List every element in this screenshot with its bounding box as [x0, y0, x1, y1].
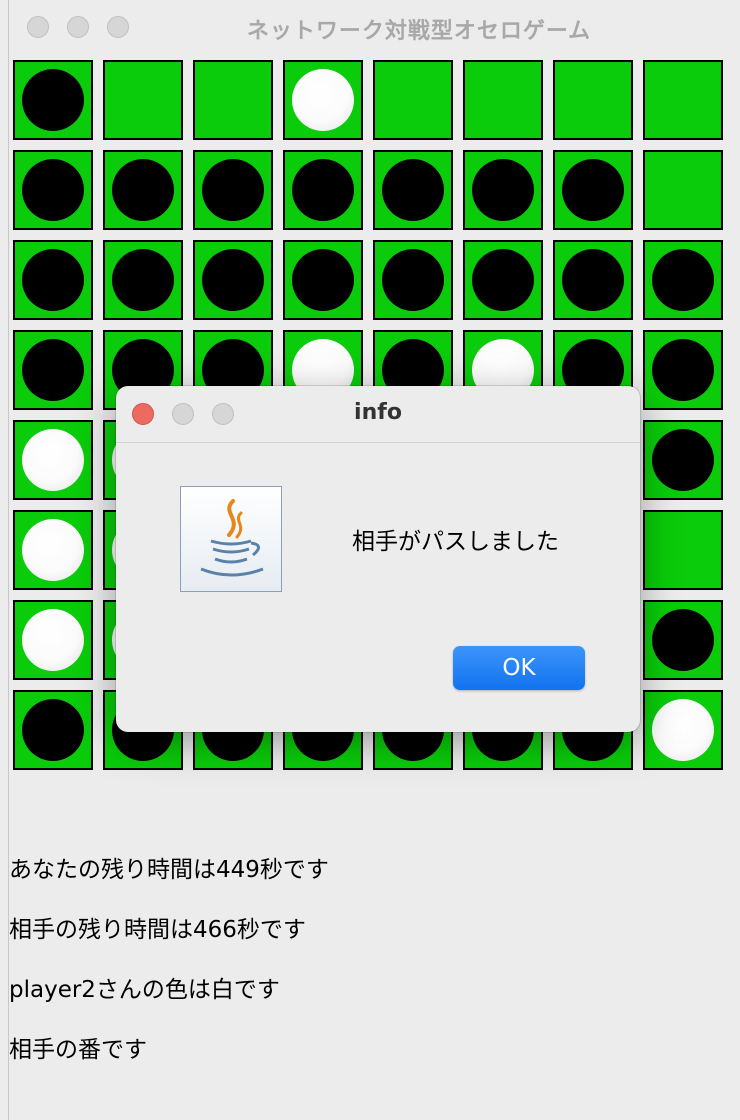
white-disc: [652, 699, 714, 761]
black-disc: [472, 249, 534, 311]
window-titlebar[interactable]: ネットワーク対戦型オセロゲーム: [9, 0, 740, 54]
black-disc: [652, 339, 714, 401]
board-cell-2-0[interactable]: [13, 240, 93, 320]
opponent-remaining-time: 相手の残り時間は466秒です: [9, 917, 306, 943]
board-cell-1-4[interactable]: [373, 150, 453, 230]
black-disc: [652, 609, 714, 671]
window-zoom-button[interactable]: [107, 16, 129, 38]
black-disc: [562, 159, 624, 221]
black-disc: [22, 249, 84, 311]
board-cell-0-5[interactable]: [463, 60, 543, 140]
board-cell-0-2[interactable]: [193, 60, 273, 140]
board-cell-1-3[interactable]: [283, 150, 363, 230]
board-cell-1-1[interactable]: [103, 150, 183, 230]
board-cell-0-6[interactable]: [553, 60, 633, 140]
board-cell-2-5[interactable]: [463, 240, 543, 320]
black-disc: [202, 249, 264, 311]
board-cell-0-7[interactable]: [643, 60, 723, 140]
black-disc: [112, 159, 174, 221]
black-disc: [652, 429, 714, 491]
board-cell-1-6[interactable]: [553, 150, 633, 230]
white-disc: [292, 69, 354, 131]
black-disc: [22, 699, 84, 761]
info-dialog: info 相手がパスしました OK: [116, 386, 640, 732]
black-disc: [292, 249, 354, 311]
black-disc: [562, 249, 624, 311]
board-cell-2-1[interactable]: [103, 240, 183, 320]
black-disc: [472, 159, 534, 221]
black-disc: [112, 249, 174, 311]
board-cell-4-7[interactable]: [643, 420, 723, 500]
board-cell-1-5[interactable]: [463, 150, 543, 230]
board-cell-1-7[interactable]: [643, 150, 723, 230]
board-cell-1-2[interactable]: [193, 150, 273, 230]
board-cell-3-7[interactable]: [643, 330, 723, 410]
ok-button[interactable]: OK: [453, 646, 585, 690]
board-cell-6-7[interactable]: [643, 600, 723, 680]
board-cell-0-1[interactable]: [103, 60, 183, 140]
black-disc: [22, 159, 84, 221]
turn-indicator: 相手の番です: [9, 1037, 147, 1063]
window-close-button[interactable]: [27, 16, 49, 38]
black-disc: [22, 339, 84, 401]
board-cell-5-7[interactable]: [643, 510, 723, 590]
black-disc: [382, 159, 444, 221]
board-cell-5-0[interactable]: [13, 510, 93, 590]
window-minimize-button[interactable]: [67, 16, 89, 38]
black-disc: [382, 249, 444, 311]
white-disc: [22, 519, 84, 581]
board-cell-3-0[interactable]: [13, 330, 93, 410]
dialog-divider: [116, 442, 640, 443]
board-cell-0-3[interactable]: [283, 60, 363, 140]
board-cell-7-0[interactable]: [13, 690, 93, 770]
black-disc: [292, 159, 354, 221]
white-disc: [22, 609, 84, 671]
dialog-title: info: [354, 400, 402, 425]
dialog-message: 相手がパスしました: [352, 529, 559, 555]
board-cell-4-0[interactable]: [13, 420, 93, 500]
white-disc: [22, 429, 84, 491]
board-cell-6-0[interactable]: [13, 600, 93, 680]
my-remaining-time: あなたの残り時間は449秒です: [9, 857, 329, 883]
black-disc: [22, 69, 84, 131]
board-cell-2-2[interactable]: [193, 240, 273, 320]
board-cell-0-0[interactable]: [13, 60, 93, 140]
board-cell-1-0[interactable]: [13, 150, 93, 230]
java-icon: [180, 486, 282, 592]
window-title: ネットワーク対戦型オセロゲーム: [246, 19, 592, 44]
board-cell-2-7[interactable]: [643, 240, 723, 320]
board-cell-7-7[interactable]: [643, 690, 723, 770]
board-cell-2-4[interactable]: [373, 240, 453, 320]
board-cell-0-4[interactable]: [373, 60, 453, 140]
black-disc: [202, 159, 264, 221]
black-disc: [652, 249, 714, 311]
board-cell-2-6[interactable]: [553, 240, 633, 320]
board-cell-2-3[interactable]: [283, 240, 363, 320]
player-color-info: player2さんの色は白です: [9, 977, 280, 1003]
